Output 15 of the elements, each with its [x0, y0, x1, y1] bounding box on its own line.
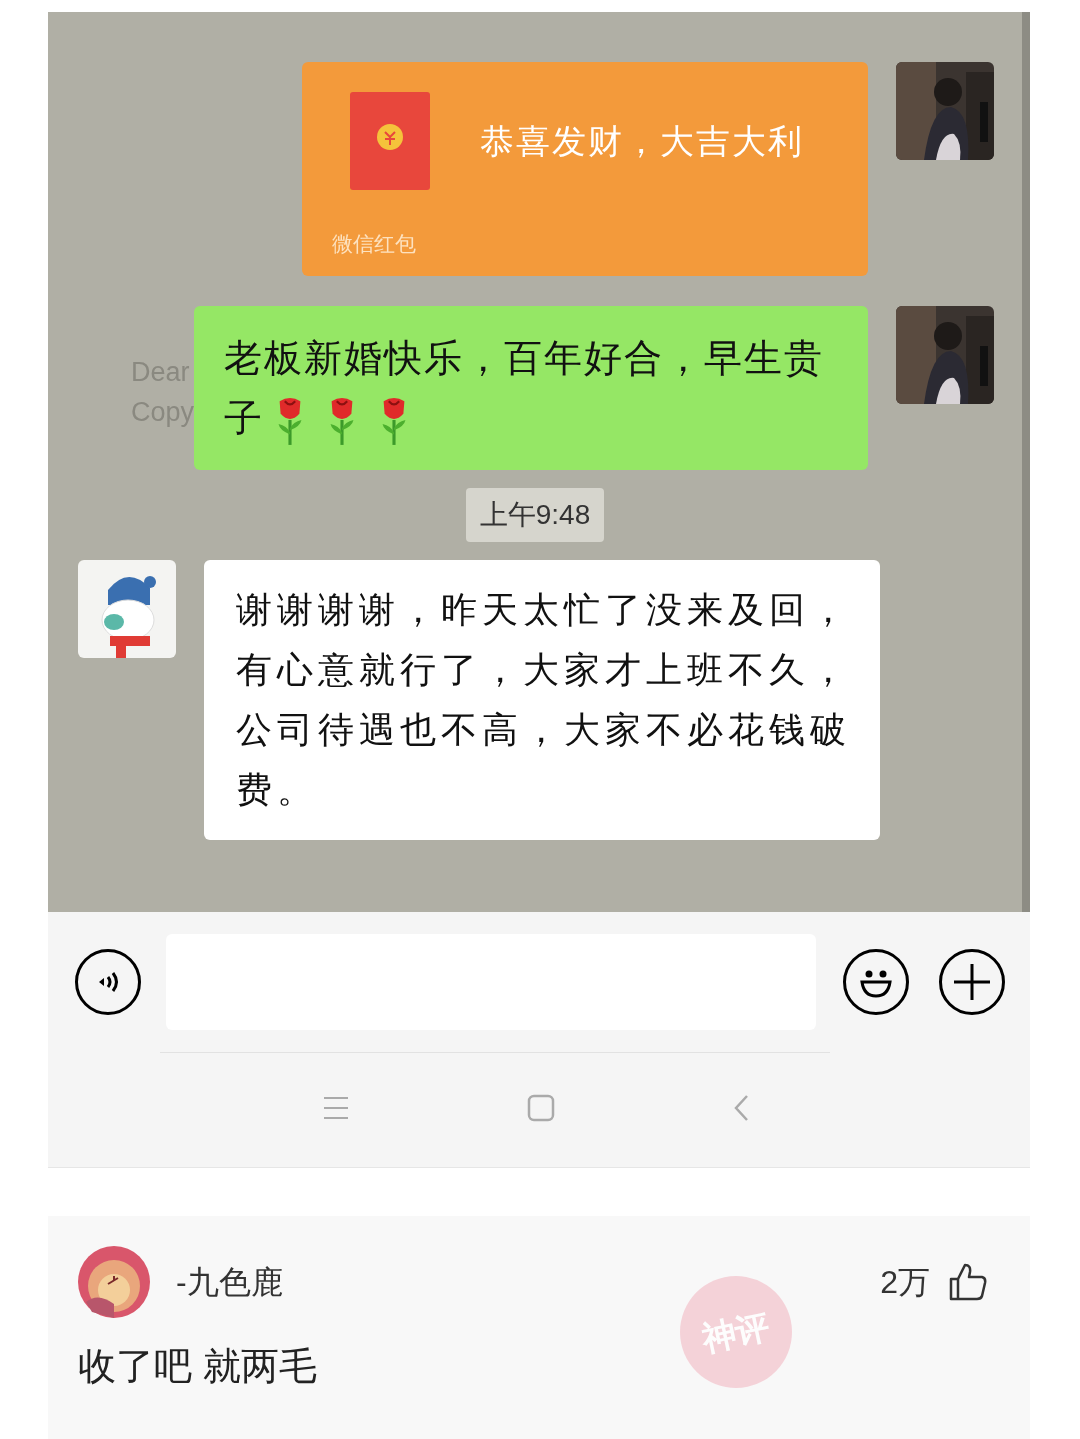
emoji-button[interactable]	[843, 949, 909, 1015]
timestamp: 上午9:48	[465, 488, 605, 542]
envelope-icon	[350, 92, 430, 190]
message-bubble: 谢谢谢谢，昨天太忙了没来及回，有心意就行了，大家才上班不久，公司待遇也不高，大家不必花钱破费。	[204, 560, 880, 840]
voice-button[interactable]	[75, 949, 141, 1015]
message-bubble: 老板新婚快乐，百年好合，早生贵子	[194, 306, 868, 470]
add-button[interactable]	[939, 949, 1005, 1015]
avatar	[78, 1246, 150, 1318]
like-count: 2万	[880, 1263, 930, 1302]
plus-icon	[952, 962, 992, 1002]
thumbs-up-icon[interactable]	[948, 1262, 988, 1302]
comment-text: 收了吧 就两毛	[78, 1344, 318, 1389]
envelope-greeting: 恭喜发财，大吉大利	[480, 120, 804, 162]
username[interactable]: -九色鹿	[176, 1258, 283, 1306]
envelope-label: 微信红包	[332, 231, 416, 257]
